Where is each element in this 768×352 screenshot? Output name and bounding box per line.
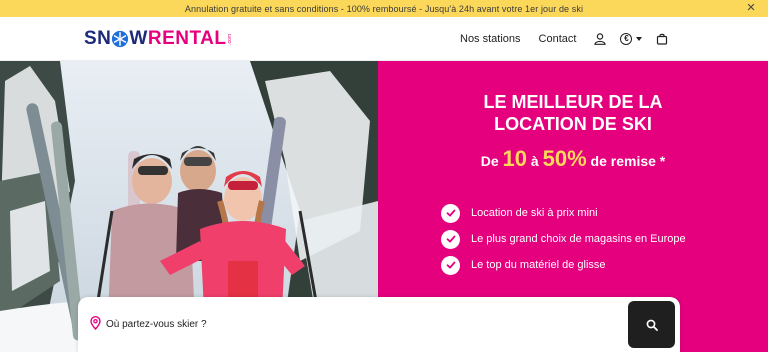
- snowflake-icon: [112, 30, 129, 48]
- site-header: SN W RENTAL .com Nos stations Contact €: [0, 17, 768, 61]
- hero-title-line1: LE MEILLEUR DE LA: [483, 92, 663, 112]
- feature-item: Le plus grand choix de magasins en Europ…: [441, 229, 686, 249]
- user-icon[interactable]: [594, 29, 607, 49]
- feature-list: Location de ski à prix mini Le plus gran…: [441, 203, 686, 281]
- chevron-down-icon: [636, 37, 643, 41]
- location-pin-icon: [90, 316, 101, 335]
- check-icon: [441, 203, 460, 223]
- discount-suffix: de remise *: [590, 153, 666, 169]
- feature-text: Le plus grand choix de magasins en Europ…: [471, 233, 686, 245]
- announcement-banner: Annulation gratuite et sans conditions -…: [0, 0, 768, 17]
- euro-icon: €: [620, 33, 633, 45]
- logo-text-part2: W: [129, 28, 148, 49]
- close-icon[interactable]: ×: [744, 0, 758, 15]
- search-input[interactable]: [106, 315, 586, 333]
- logo[interactable]: SN W RENTAL .com: [84, 28, 233, 50]
- search-bar: [78, 297, 680, 352]
- page: Annulation gratuite et sans conditions -…: [0, 0, 768, 352]
- hero-title: LE MEILLEUR DE LA LOCATION DE SKI: [378, 91, 768, 135]
- feature-item: Le top du matériel de glisse: [441, 255, 686, 275]
- check-icon: [441, 229, 460, 249]
- search-button[interactable]: [628, 301, 675, 348]
- discount-high: 50%: [542, 146, 587, 171]
- logo-text-part1: SN: [84, 28, 112, 49]
- feature-text: Location de ski à prix mini: [471, 207, 598, 219]
- currency-selector[interactable]: €: [620, 33, 643, 45]
- discount-low: 10: [502, 146, 528, 171]
- nav-link-contact[interactable]: Contact: [539, 33, 577, 45]
- banner-text: Annulation gratuite et sans conditions -…: [184, 3, 584, 14]
- discount-middle: à: [530, 153, 539, 169]
- check-icon: [441, 255, 460, 275]
- nav-link-stations[interactable]: Nos stations: [460, 33, 521, 45]
- feature-text: Le top du matériel de glisse: [471, 259, 606, 271]
- cart-icon[interactable]: [656, 29, 668, 49]
- search-icon: [646, 319, 658, 331]
- feature-item: Location de ski à prix mini: [441, 203, 686, 223]
- discount-prefix: De: [480, 153, 499, 169]
- main-nav: Nos stations Contact €: [460, 17, 682, 61]
- discount-text: De 10 à 50% de remise *: [378, 146, 768, 172]
- hero-title-line2: LOCATION DE SKI: [494, 114, 652, 134]
- logo-text-part3: RENTAL: [147, 28, 227, 49]
- logo-suffix: .com: [227, 33, 234, 45]
